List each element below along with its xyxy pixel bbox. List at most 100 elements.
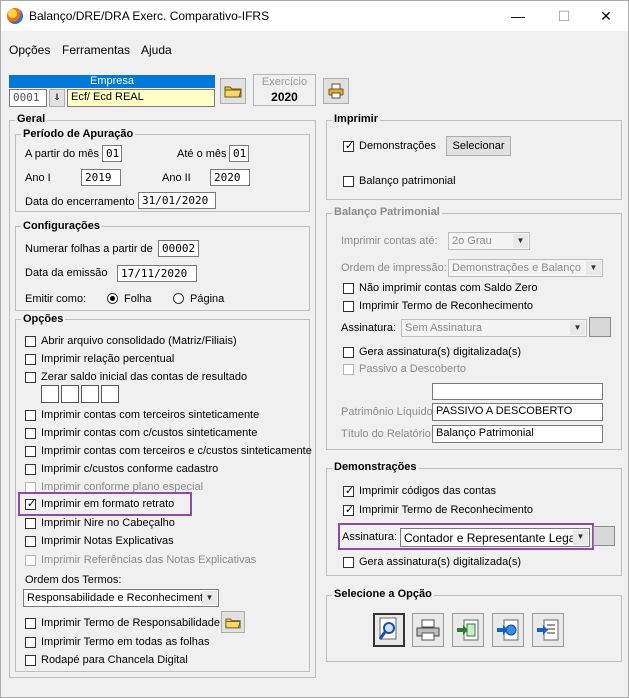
balanco-checkbox[interactable]: [343, 176, 354, 187]
window-title: Balanço/DRE/DRA Exerc. Comparativo-IFRS: [29, 9, 270, 23]
emissao-field[interactable]: 17/11/2020: [117, 265, 197, 282]
web-export-icon: [497, 619, 519, 641]
zerar-box-3[interactable]: [81, 385, 99, 403]
bal-gera-label: Gera assinatura(s) digitalizada(s): [359, 346, 522, 358]
opt-label-0: Abrir arquivo consolidado (Matriz/Filiai…: [41, 335, 237, 347]
termo-folder-button[interactable]: [221, 611, 245, 633]
a-partir-field[interactable]: 01: [102, 145, 122, 162]
opt-checkbox-5[interactable]: [25, 446, 36, 457]
opt-label-9: Imprimir Nire no Cabeçalho: [41, 517, 175, 529]
text-export-button[interactable]: [532, 613, 564, 647]
print-config-button[interactable]: [323, 78, 349, 104]
zerar-box-4[interactable]: [101, 385, 119, 403]
chevron-down-icon: ▼: [586, 261, 601, 275]
opt-checkbox-4[interactable]: [25, 428, 36, 439]
bal-assinatura-label: Assinatura:: [341, 322, 397, 334]
close-button[interactable]: ✕: [583, 1, 629, 31]
radio-pagina[interactable]: [173, 293, 184, 304]
opcoes-title: Opções: [21, 313, 66, 325]
config-title: Configurações: [21, 220, 103, 232]
nao-imprimir-checkbox[interactable]: [343, 283, 354, 294]
termo-resp-checkbox[interactable]: [25, 618, 36, 629]
menu-ferramentas[interactable]: Ferramentas: [62, 43, 130, 57]
excel-export-icon: [457, 619, 479, 641]
zerar-box-1[interactable]: [41, 385, 59, 403]
opt-checkbox-3[interactable]: [25, 410, 36, 421]
numerar-field[interactable]: 00002: [158, 240, 199, 257]
maximize-button[interactable]: ☐: [541, 1, 587, 31]
selecionar-button[interactable]: Selecionar: [446, 136, 511, 156]
demonstracoes-checkbox[interactable]: ✓: [343, 140, 354, 152]
imprimir-title: Imprimir: [332, 113, 381, 125]
empresa-code-field[interactable]: 0001: [9, 89, 47, 107]
web-export-button[interactable]: [492, 613, 524, 647]
balanco-label: Balanço patrimonial: [359, 175, 456, 187]
termo-todas-checkbox[interactable]: [25, 637, 36, 648]
opt-checkbox-2[interactable]: [25, 372, 36, 383]
chevron-down-icon: ▼: [573, 530, 588, 545]
preview-button[interactable]: [373, 613, 405, 647]
dem-termo-checkbox[interactable]: ✓: [343, 504, 354, 516]
bal-gera-checkbox[interactable]: [343, 347, 354, 358]
bal-assinatura-select: Sem Assinatura ▼: [401, 319, 587, 337]
ordem-termos-select[interactable]: Responsabilidade e Reconhecimento ▼: [23, 589, 219, 607]
exercicio-label: Exercício: [261, 76, 308, 88]
exercicio-year: 2020: [271, 90, 298, 104]
ano2-label: Ano II: [162, 172, 191, 184]
printer-icon: [416, 619, 440, 641]
ano2-field[interactable]: 2020: [210, 169, 250, 186]
a-partir-label: A partir do mês: [25, 148, 99, 160]
empresa-name-field[interactable]: Ecf/ Ecd REAL: [67, 89, 215, 107]
open-folder-button[interactable]: [220, 78, 246, 104]
signature-icon[interactable]: [589, 317, 611, 337]
pl-field[interactable]: PASSIVO A DESCOBERTO: [432, 403, 603, 421]
zerar-box-2[interactable]: [61, 385, 79, 403]
geral-title: Geral: [15, 113, 48, 125]
rodape-checkbox[interactable]: [25, 655, 36, 666]
opt-checkbox-1[interactable]: [25, 354, 36, 365]
radio-folha[interactable]: [107, 293, 118, 304]
codigos-label: Imprimir códigos das contas: [359, 485, 496, 497]
dem-assinatura-select[interactable]: Contador e Representante Legal ▼: [400, 528, 590, 547]
dem-gera-checkbox[interactable]: [343, 557, 354, 568]
opt-checkbox-9[interactable]: [25, 518, 36, 529]
nao-imprimir-label: Não imprimir contas com Saldo Zero: [359, 282, 538, 294]
folder-icon: [225, 618, 241, 628]
title-bar: Balanço/DRE/DRA Exerc. Comparativo-IFRS …: [1, 1, 628, 31]
contas-ate-select: 2o Grau ▼: [448, 232, 530, 250]
bal-termo-checkbox[interactable]: [343, 301, 354, 312]
minimize-button[interactable]: —: [495, 1, 541, 31]
print-button[interactable]: [412, 613, 444, 647]
opt-label-2: Zerar saldo inicial das contas de result…: [41, 371, 248, 383]
contas-ate-value: 2o Grau: [452, 235, 492, 247]
demonstracoes-title: Demonstrações: [332, 461, 419, 473]
opt-label-6: Imprimir c/custos conforme cadastro: [41, 463, 219, 475]
ate-field[interactable]: 01: [229, 145, 249, 162]
opt-checkbox-8[interactable]: ✓: [25, 498, 36, 510]
bal-blank-field[interactable]: [432, 383, 603, 400]
text-export-icon: [537, 619, 559, 641]
data-enc-field[interactable]: 31/01/2020: [138, 192, 216, 209]
opt-label-3: Imprimir contas com terceiros sinteticam…: [41, 409, 260, 421]
ano1-field[interactable]: 2019: [81, 169, 121, 186]
data-enc-label: Data do encerramento: [25, 196, 135, 208]
excel-export-button[interactable]: [452, 613, 484, 647]
opt-label-1: Imprimir relação percentual: [41, 353, 175, 365]
emitir-label: Emitir como:: [25, 293, 87, 305]
signature-icon[interactable]: [593, 526, 615, 546]
opt-checkbox-6[interactable]: [25, 464, 36, 475]
menu-opcoes[interactable]: Opções: [9, 43, 50, 57]
titulo-field[interactable]: Balanço Patrimonial: [432, 425, 603, 443]
ano1-label: Ano I: [25, 172, 51, 184]
empresa-header: Empresa: [9, 75, 215, 88]
opt-checkbox-0[interactable]: [25, 336, 36, 347]
titulo-label: Título do Relatório:: [341, 428, 434, 440]
codigos-checkbox[interactable]: ✓: [343, 485, 354, 497]
folder-icon: [224, 86, 242, 98]
opt-checkbox-10[interactable]: [25, 536, 36, 547]
menu-ajuda[interactable]: Ajuda: [141, 43, 172, 57]
empresa-lookup-button[interactable]: ⇓: [49, 89, 65, 107]
contas-ate-label: Imprimir contas até:: [341, 235, 438, 247]
search-preview-icon: [378, 617, 397, 640]
opt-label-8: Imprimir em formato retrato: [41, 498, 175, 510]
